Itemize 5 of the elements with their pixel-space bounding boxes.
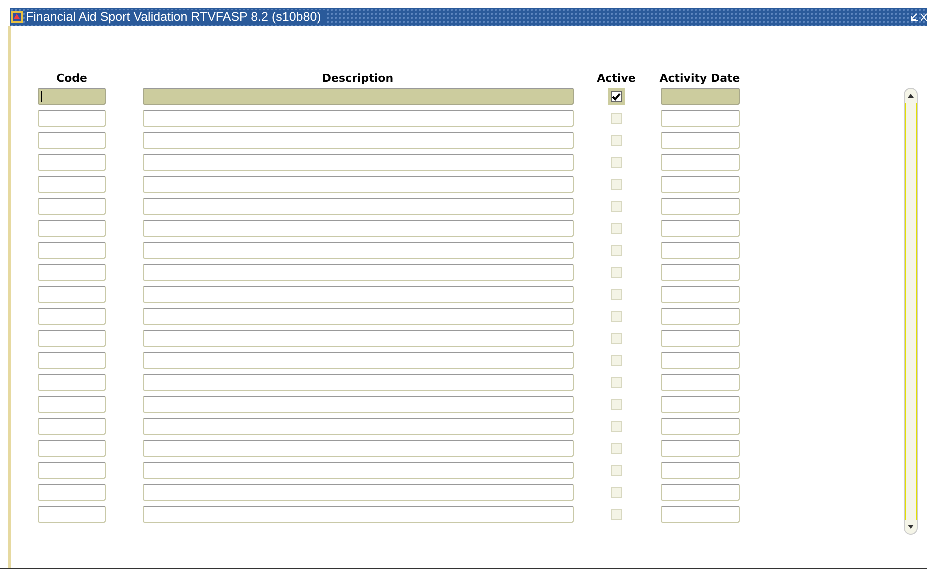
column-header: Activity Date [660,72,740,84]
column-header: Description [322,72,394,84]
column-header: Code [56,72,88,84]
window-title: Financial Aid Sport Validation RTVFASP 8.2 (s10b80) [26,10,328,24]
column-header: Active [597,72,636,84]
